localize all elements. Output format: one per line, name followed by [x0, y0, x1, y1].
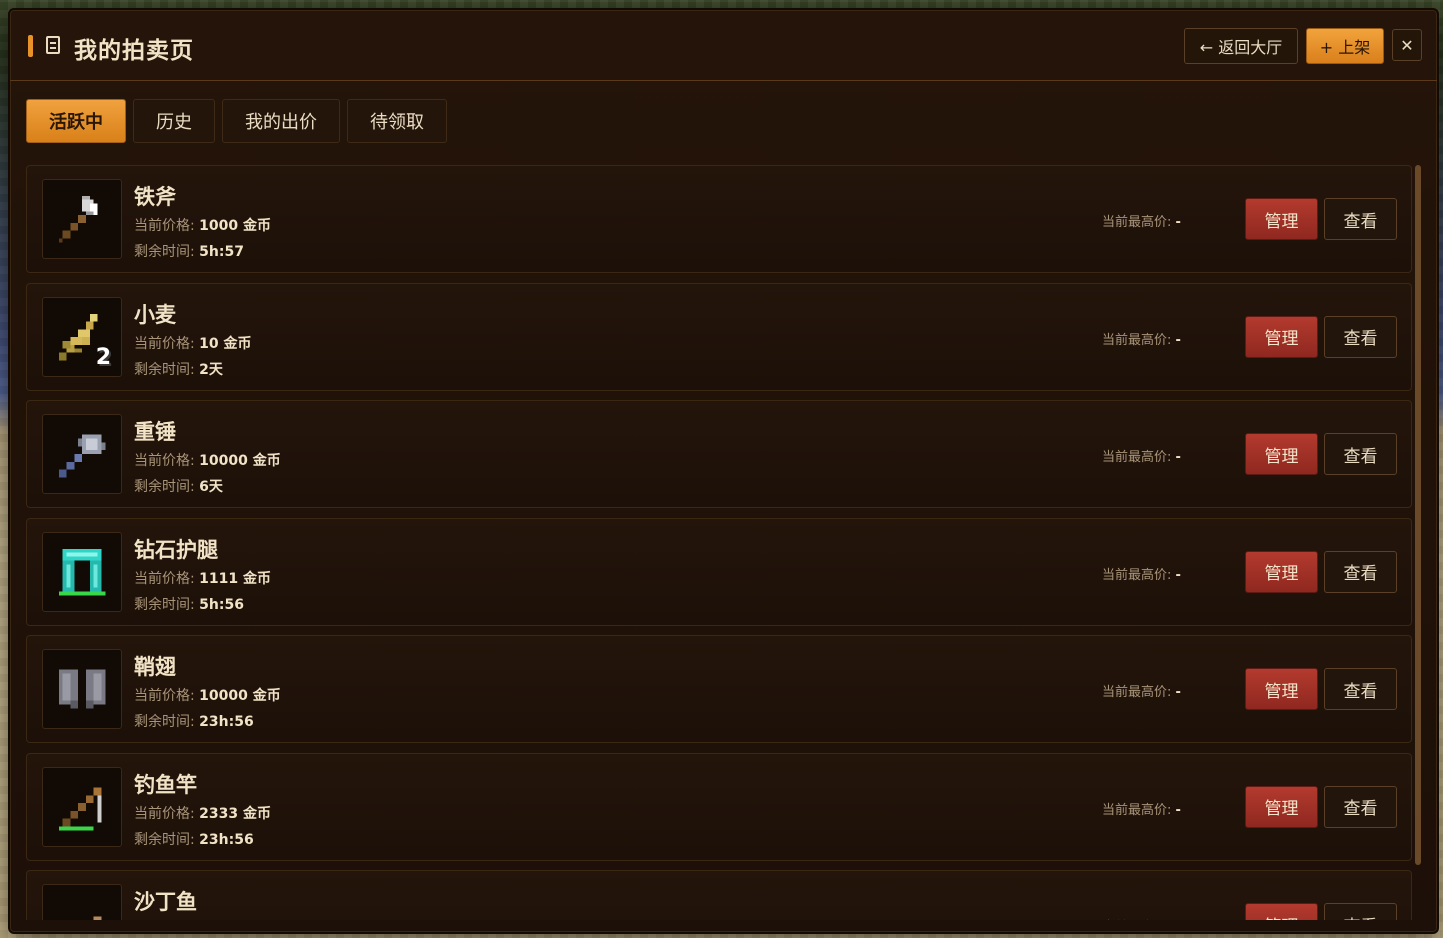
item-slot — [42, 179, 122, 259]
auction-row: 重锤 当前价格: 10000 金币 剩余时间: 6天 当前最高价: - 管理 查… — [26, 400, 1412, 508]
close-button[interactable]: ✕ — [1392, 29, 1422, 61]
view-button[interactable]: 查看 — [1324, 668, 1397, 710]
highest-bid: 当前最高价: - — [1102, 450, 1181, 465]
auction-row: 钻石护腿 当前价格: 1111 金币 剩余时间: 5h:56 当前最高价: - … — [26, 517, 1412, 626]
item-time-left: 剩余时间: 2天 — [134, 361, 223, 378]
item-name: 铁斧 — [134, 185, 176, 209]
manage-button[interactable]: 管理 — [1245, 785, 1318, 828]
fishing-rod-icon — [58, 787, 102, 830]
item-price: 当前价格: 10000 金币 — [134, 453, 281, 469]
manage-button[interactable]: 管理 — [1245, 668, 1318, 710]
view-button[interactable]: 查看 — [1324, 550, 1397, 593]
mace-icon — [58, 434, 106, 478]
auction-row: 沙丁鱼 当前最高价: - 管理 查看 — [26, 870, 1412, 920]
manage-button[interactable]: 管理 — [1245, 550, 1318, 593]
auction-window: 我的拍卖页 ← 返回大厅 + 上架 ✕ 活跃中 历史 我的出价 待领取 铁斧 当… — [8, 8, 1439, 934]
item-count: 2 — [95, 344, 111, 370]
sardine-icon — [93, 916, 102, 920]
tab-active[interactable]: 活跃中 — [26, 99, 126, 143]
item-price: 当前价格: 1111 金币 — [134, 570, 272, 587]
item-price: 当前价格: 10000 金币 — [134, 688, 281, 704]
auction-row: 钓鱼竿 当前价格: 2333 金币 剩余时间: 23h:56 当前最高价: - … — [26, 752, 1412, 861]
highest-bid: 当前最高价: - — [1102, 215, 1181, 230]
view-button[interactable]: 查看 — [1324, 433, 1397, 475]
title-accent-bar — [28, 35, 33, 57]
highest-bid: 当前最高价: - — [1102, 332, 1181, 348]
highest-bid: 当前最高价: - — [1102, 802, 1181, 818]
item-slot: 2 — [42, 296, 122, 377]
scrollbar[interactable] — [1415, 165, 1421, 865]
auction-row: 鞘翅 当前价格: 10000 金币 剩余时间: 23h:56 当前最高价: - … — [26, 635, 1412, 743]
highest-bid: 当前最高价: - — [1102, 916, 1181, 920]
view-button[interactable]: 查看 — [1324, 785, 1397, 828]
tab-history[interactable]: 历史 — [133, 99, 215, 143]
diamond-leggings-icon — [58, 548, 106, 595]
item-name: 鞘翅 — [134, 655, 176, 679]
item-slot — [42, 649, 122, 729]
item-price: 当前价格: 1000 金币 — [134, 218, 272, 234]
manage-button[interactable]: 管理 — [1245, 903, 1318, 920]
view-button[interactable]: 查看 — [1324, 903, 1397, 920]
window-header: 我的拍卖页 ← 返回大厅 + 上架 ✕ — [10, 10, 1437, 81]
item-time-left: 剩余时间: 23h:56 — [134, 714, 254, 730]
item-name: 沙丁鱼 — [134, 890, 197, 914]
item-slot — [42, 531, 122, 612]
item-price: 当前价格: 2333 金币 — [134, 805, 272, 822]
item-name: 钓鱼竿 — [134, 772, 197, 797]
manage-button[interactable]: 管理 — [1245, 198, 1318, 240]
highest-bid: 当前最高价: - — [1102, 567, 1181, 583]
auction-list: 铁斧 当前价格: 1000 金币 剩余时间: 5h:57 当前最高价: - 管理… — [26, 165, 1412, 920]
page-title: 我的拍卖页 — [74, 38, 194, 64]
item-price: 当前价格: 10 金币 — [134, 335, 252, 352]
item-time-left: 剩余时间: 6天 — [134, 479, 223, 495]
item-slot — [42, 884, 122, 920]
tab-bar: 活跃中 历史 我的出价 待领取 — [26, 99, 447, 143]
list-item-button[interactable]: + 上架 — [1306, 28, 1384, 64]
view-button[interactable]: 查看 — [1324, 198, 1397, 240]
item-time-left: 剩余时间: 23h:56 — [134, 831, 254, 848]
scrollbar-thumb[interactable] — [1415, 165, 1421, 865]
auction-row: 铁斧 当前价格: 1000 金币 剩余时间: 5h:57 当前最高价: - 管理… — [26, 165, 1412, 273]
item-time-left: 剩余时间: 5h:56 — [134, 596, 244, 613]
item-slot — [42, 766, 122, 847]
item-slot — [42, 414, 122, 494]
tab-to-claim[interactable]: 待领取 — [347, 99, 447, 143]
elytra-icon — [58, 669, 106, 709]
page-icon — [46, 36, 60, 54]
iron-axe-icon — [58, 195, 98, 243]
manage-button[interactable]: 管理 — [1245, 433, 1318, 475]
manage-button[interactable]: 管理 — [1245, 315, 1318, 358]
back-to-lobby-button[interactable]: ← 返回大厅 — [1184, 28, 1298, 64]
item-name: 钻石护腿 — [134, 537, 218, 562]
item-time-left: 剩余时间: 5h:57 — [134, 244, 244, 260]
tab-my-bids[interactable]: 我的出价 — [222, 99, 340, 143]
view-button[interactable]: 查看 — [1324, 315, 1397, 358]
item-name: 小麦 — [134, 302, 176, 327]
item-name: 重锤 — [134, 420, 176, 444]
highest-bid: 当前最高价: - — [1102, 685, 1181, 700]
auction-row: 2 小麦 当前价格: 10 金币 剩余时间: 2天 当前最高价: - 管理 查看 — [26, 282, 1412, 391]
